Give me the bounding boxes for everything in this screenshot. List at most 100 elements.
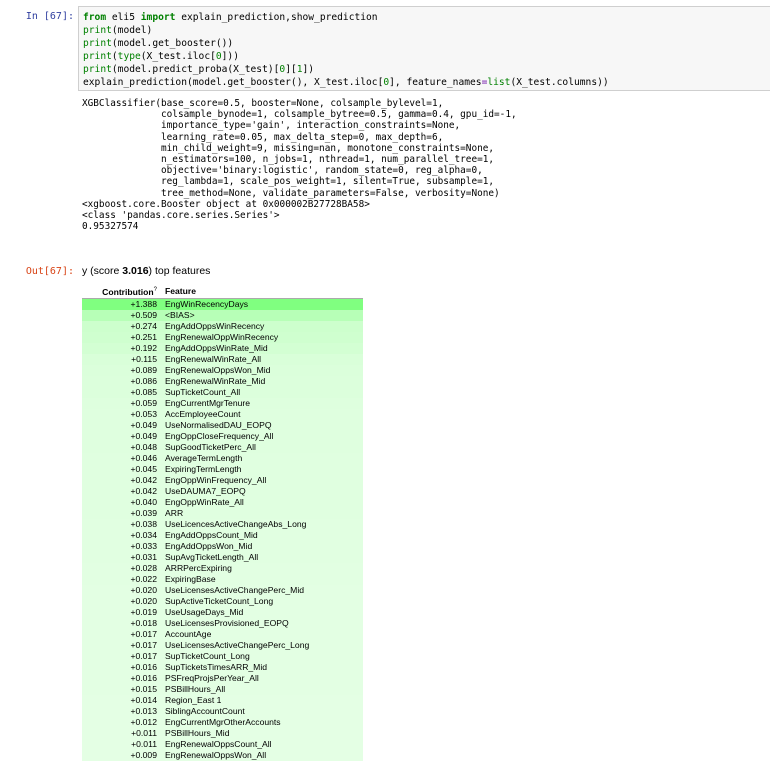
feature-name: UseLicensesActiveChangePerc_Long — [165, 639, 310, 650]
table-row: +0.016 SupTicketsTimesARR_Mid — [82, 661, 363, 673]
contribution-header[interactable]: Contribution? — [82, 285, 161, 299]
contribution-value: +0.089 — [130, 364, 157, 375]
code-token: explain_prediction(model.get_booster(), … — [83, 77, 384, 88]
table-row: +0.042 EngOppWinFrequency_All — [82, 474, 363, 486]
code-token: ], feature_names — [389, 77, 482, 88]
feature-name: EngOppWinRate_All — [165, 496, 244, 507]
table-row: +0.033 EngAddOppsWon_Mid — [82, 540, 363, 552]
table-row: +0.274 EngAddOppsWinRecency — [82, 320, 363, 332]
feature-table: Contribution? Feature +1.388 EngWinRecenc… — [82, 285, 363, 761]
title-prefix: y (score — [82, 265, 123, 277]
feature-name: EngRenewalWinRate_All — [165, 353, 262, 364]
stdout-line: colsample_bynode=1, colsample_bytree=0.5… — [82, 109, 517, 121]
feature-name: EngRenewalOppWinRecency — [165, 331, 279, 342]
code-token: (X_test.columns)) — [510, 77, 609, 88]
table-row: +0.011 EngRenewalOppsCount_All — [82, 738, 363, 750]
feature-header: Feature — [161, 285, 363, 299]
code-token: (model.get_booster()) — [111, 38, 234, 49]
stdout-line: learning_rate=0.05, max_delta_step=0, ma… — [82, 131, 444, 143]
feature-name: EngWinRecencyDays — [165, 298, 249, 309]
input-prompt: In [67]: — [25, 11, 74, 22]
contribution-value: +0.038 — [130, 518, 157, 529]
code-editor[interactable]: from eli5 import explain_prediction,show… — [78, 6, 770, 91]
contribution-value: +0.028 — [130, 562, 157, 573]
contribution-value: +0.033 — [130, 540, 157, 551]
stdout-line: <xgboost.core.Booster object at 0x000002… — [82, 198, 370, 210]
table-row: +0.017 UseLicensesActiveChangePerc_Long — [82, 639, 363, 651]
code-line: from eli5 import explain_prediction,show… — [83, 11, 609, 24]
contribution-value: +0.019 — [130, 606, 157, 617]
contribution-value: +0.115 — [131, 353, 157, 364]
code-token: print — [83, 38, 112, 49]
contribution-value: +0.046 — [130, 452, 157, 463]
table-row: +0.022 ExpiringBase — [82, 573, 363, 585]
stdout-text: XGBClassifier(base_score=0.5, booster=No… — [82, 98, 517, 232]
contribution-value: +0.031 — [130, 551, 157, 562]
stdout-line: <class 'pandas.core.series.Series'> — [82, 209, 280, 221]
feature-name: SiblingAccountCount — [165, 705, 245, 716]
contribution-value: +0.016 — [130, 672, 157, 683]
contribution-value: +0.059 — [130, 397, 157, 408]
stdout-line: XGBClassifier(base_score=0.5, booster=No… — [82, 98, 444, 109]
code-line: print(model.predict_proba(X_test)[0][1]) — [83, 63, 609, 76]
code-token: ][ — [285, 64, 297, 75]
table-row: +0.053 AccEmployeeCount — [82, 408, 363, 420]
title-suffix: ) top features — [148, 265, 211, 277]
code-token: eli5 — [106, 12, 141, 23]
input-cell[interactable]: In [67]: from eli5 import explain_predic… — [0, 0, 770, 95]
table-row: +0.042 UseDAUMA7_EOPQ — [82, 485, 363, 497]
code-line: explain_prediction(model.get_booster(), … — [83, 76, 609, 89]
feature-name: SupAvgTicketLength_All — [165, 551, 259, 562]
contribution-value: +0.045 — [130, 463, 157, 474]
score-value: 3.016 — [122, 265, 149, 277]
feature-name: ARR — [165, 507, 184, 518]
help-icon[interactable]: ? — [154, 287, 157, 293]
stdout-line: n_estimators=100, n_jobs=1, nthread=1, n… — [82, 153, 495, 165]
contribution-value: +0.018 — [130, 617, 157, 628]
feature-name: Region_East 1 — [165, 694, 222, 705]
table-row: +0.017 AccountAge — [82, 628, 363, 640]
feature-name: SupTicketCount_All — [165, 386, 241, 397]
contribution-value: +0.192 — [130, 342, 157, 353]
code-token: explain_prediction,show_prediction — [175, 12, 378, 23]
contribution-value: +0.251 — [130, 331, 157, 342]
table-row: +0.017 SupTicketCount_Long — [82, 650, 363, 662]
contribution-value: +1.388 — [130, 298, 157, 309]
contribution-value: +0.020 — [130, 584, 157, 595]
table-row: +0.045 ExpiringTermLength — [82, 463, 363, 475]
contribution-value: +0.011 — [131, 727, 157, 738]
feature-name: UseLicensesProvisioned_EOPQ — [165, 617, 289, 628]
table-row: +0.018 UseLicensesProvisioned_EOPQ — [82, 617, 363, 629]
table-row: +0.020 UseLicensesActiveChangePerc_Mid — [82, 584, 363, 596]
code-token: (X_test.iloc[ — [140, 51, 216, 62]
feature-name: SupTicketCount_Long — [165, 650, 250, 661]
contribution-value: +0.509 — [130, 309, 157, 320]
table-row: +0.089 EngRenewalOppsWon_Mid — [82, 364, 363, 376]
feature-name: EngOppWinFrequency_All — [165, 474, 267, 485]
feature-name: UseUsageDays_Mid — [165, 606, 244, 617]
code-token: import — [140, 12, 176, 23]
output-prompt: Out[67]: — [25, 266, 74, 277]
feature-name: EngRenewalOppsWon_Mid — [165, 364, 271, 375]
table-row: +0.016 PSFreqProjsPerYear_All — [82, 672, 363, 684]
contribution-value: +0.049 — [130, 419, 157, 430]
contribution-value: +0.049 — [130, 430, 157, 441]
contribution-value: +0.034 — [130, 529, 157, 540]
table-row: +0.049 UseNormalisedDAU_EOPQ — [82, 419, 363, 431]
feature-name: EngCurrentMgrOtherAccounts — [165, 716, 281, 727]
contribution-value: +0.013 — [130, 705, 157, 716]
feature-name: EngCurrentMgrTenure — [165, 397, 251, 408]
table-row: +0.009 EngRenewalOppsWon_All — [82, 749, 363, 761]
code-line: print(model.get_booster()) — [83, 37, 609, 50]
feature-name: ARRPercExpiring — [165, 562, 232, 573]
feature-name: EngAddOppsWinRecency — [165, 320, 265, 331]
table-row: +0.039 ARR — [82, 507, 363, 519]
feature-name: SupGoodTicketPerc_All — [165, 441, 256, 452]
code-text[interactable]: from eli5 import explain_prediction,show… — [83, 11, 609, 89]
code-line: print(type(X_test.iloc[0])) — [83, 50, 609, 63]
table-row: +0.013 SiblingAccountCount — [82, 705, 363, 717]
code-token: ]) — [302, 64, 315, 75]
feature-name: EngAddOppsWon_Mid — [165, 540, 253, 551]
contribution-value: +0.022 — [130, 573, 157, 584]
feature-name: EngAddOppsCount_Mid — [165, 529, 258, 540]
